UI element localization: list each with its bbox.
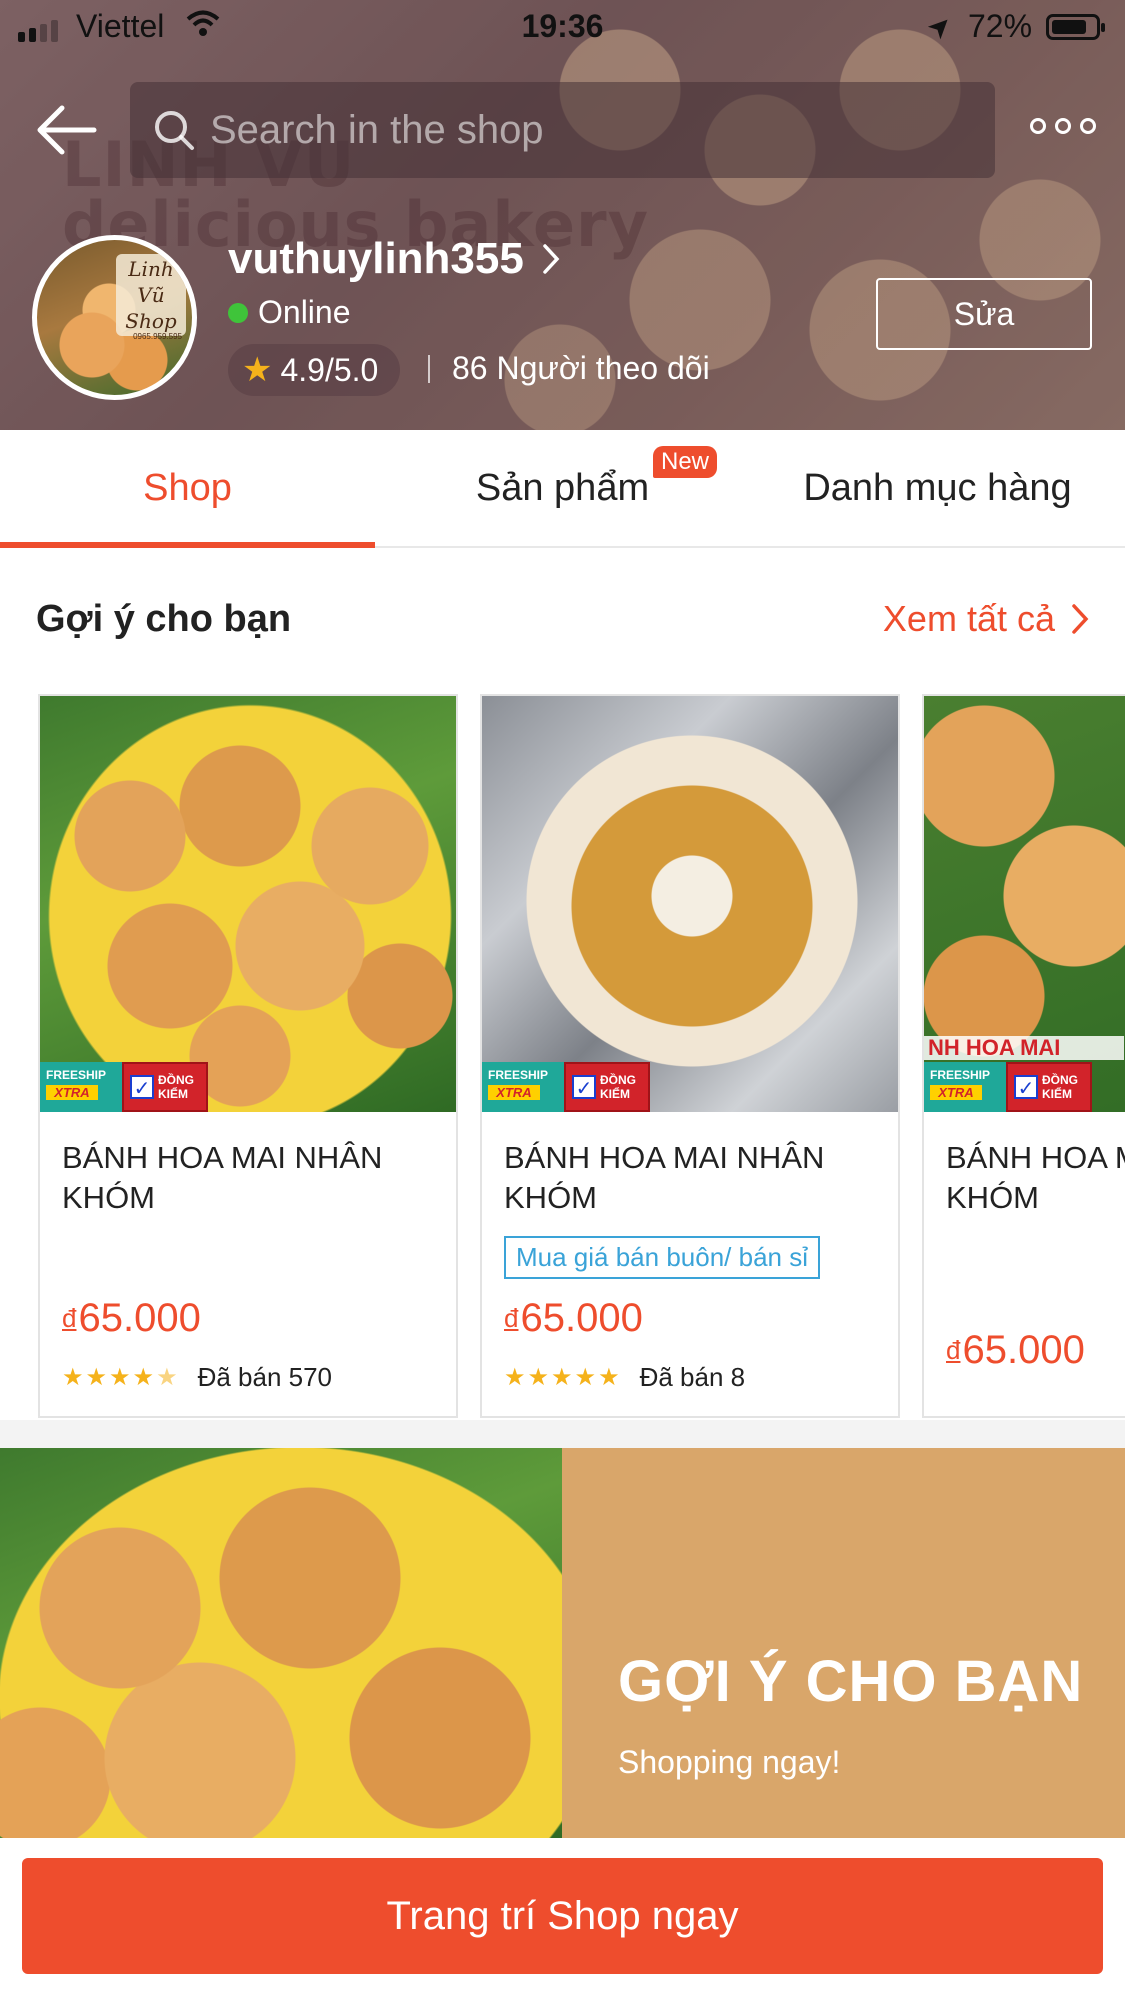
product-tags: FREESHIP XTRA ✓ ĐỒNG KIỂM — [924, 1062, 1092, 1112]
status-bar: Viettel 19:36 ➤ 72% — [0, 0, 1125, 56]
freeship-xtra-badge: FREESHIP XTRA — [40, 1062, 122, 1112]
product-image: FREESHIP XTRA ✓ ĐỒNG KIỂM — [482, 696, 898, 1112]
decorate-shop-button[interactable]: Trang trí Shop ngay — [22, 1858, 1103, 1974]
search-icon — [155, 111, 194, 150]
product-card[interactable]: FREESHIP XTRA ✓ ĐỒNG KIỂM BÁNH HOA MAI NHÂN… — [480, 694, 900, 1418]
product-card[interactable]: FREESHIP XTRA ✓ ĐỒNG KIỂM BÁNH HOA MAI NHÂN… — [38, 694, 458, 1418]
shop-rating: ★ 4.9/5.0 — [228, 344, 401, 396]
banner-panel: GỢI Ý CHO BẠN Shopping ngay! — [562, 1448, 1125, 1838]
avatar-phone: 0965.959.595 — [133, 332, 182, 341]
tab-shop[interactable]: Shop — [0, 430, 375, 548]
product-price: đ65.000 — [946, 1328, 1085, 1372]
dong-kiem-badge: ✓ ĐỒNG KIỂM — [122, 1062, 208, 1112]
checkbox-icon: ✓ — [1014, 1075, 1038, 1100]
online-dot-icon — [228, 302, 248, 323]
product-image: FREESHIP XTRA ✓ ĐỒNG KIỂM — [40, 696, 456, 1112]
rating-value: 4.9/5.0 — [280, 351, 379, 388]
star-icon: ★ — [242, 351, 273, 389]
product-price: đ65.000 — [504, 1296, 643, 1340]
promo-banner[interactable]: GỢI Ý CHO BẠN Shopping ngay! — [0, 1448, 1125, 1838]
search-input[interactable] — [210, 107, 995, 153]
followers-count: 86 Người theo dõi — [452, 350, 710, 386]
back-button[interactable] — [34, 98, 98, 162]
banner-title: GỢI Ý CHO BẠN — [618, 1649, 1084, 1714]
banner-image — [0, 1448, 562, 1838]
product-name: BÁNH HOA MAI NHÂN KHÓM — [946, 1140, 1125, 1215]
shop-name-link[interactable]: vuthuylinh355 — [228, 234, 560, 284]
shop-avatar[interactable]: Linh Vũ Shop 0965.959.595 — [32, 235, 197, 400]
rating-stars-icon: ★★★★★ — [504, 1364, 622, 1391]
see-all-link[interactable]: Xem tất cả — [883, 598, 1089, 640]
followers-info: 86 Người theo dõi — [428, 350, 710, 387]
checkbox-icon: ✓ — [572, 1075, 596, 1100]
chevron-right-icon — [1072, 604, 1089, 634]
tab-categories[interactable]: Danh mục hàng — [750, 430, 1125, 546]
wholesale-badge: Mua giá bán buôn/ bán sỉ — [504, 1236, 820, 1279]
back-arrow-icon — [37, 105, 97, 155]
shop-name: vuthuylinh355 — [228, 234, 524, 283]
rating-stars-icon: ★★★★★ — [62, 1364, 180, 1391]
online-label: Online — [258, 294, 351, 330]
section-divider — [0, 1420, 1125, 1448]
product-image-label: NH HOA MAI — [924, 1036, 1124, 1060]
product-carousel: FREESHIP XTRA ✓ ĐỒNG KIỂM BÁNH HOA MAI NHÂN… — [0, 694, 1125, 1420]
edit-shop-button[interactable]: Sửa — [876, 278, 1092, 350]
tab-label: Danh mục hàng — [803, 466, 1072, 509]
banner-subtitle: Shopping ngay! — [618, 1744, 841, 1780]
shop-search-box[interactable] — [130, 82, 995, 178]
battery-icon — [1046, 14, 1105, 40]
avatar-logo-text: Linh Vũ Shop — [116, 254, 186, 336]
checkbox-icon: ✓ — [130, 1075, 154, 1100]
sold-count: Đã bán 8 — [639, 1362, 746, 1392]
product-name: BÁNH HOA MAI NHÂN KHÓM — [62, 1140, 383, 1215]
new-badge: New — [653, 446, 718, 478]
bottom-bar: Trang trí Shop ngay — [0, 1838, 1125, 2000]
freeship-xtra-badge: FREESHIP XTRA — [924, 1062, 1006, 1112]
product-meta: ★★★★★ Đã bán 8 — [504, 1362, 745, 1393]
freeship-xtra-badge: FREESHIP XTRA — [482, 1062, 564, 1112]
product-image: NH HOA MAI FREESHIP XTRA ✓ ĐỒNG KIỂM — [924, 696, 1125, 1112]
section-title: Gợi ý cho bạn — [36, 598, 292, 640]
dong-kiem-badge: ✓ ĐỒNG KIỂM — [564, 1062, 650, 1112]
sold-count: Đã bán 570 — [197, 1362, 333, 1392]
product-tags: FREESHIP XTRA ✓ ĐỒNG KIỂM — [40, 1062, 208, 1112]
product-tags: FREESHIP XTRA ✓ ĐỒNG KIỂM — [482, 1062, 650, 1112]
tab-label: Sản phẩm — [475, 466, 650, 509]
tab-products[interactable]: Sản phẩm New — [375, 430, 750, 546]
shop-tabs: Shop Sản phẩm New Danh mục hàng — [0, 430, 1125, 548]
see-all-label: Xem tất cả — [882, 598, 1055, 639]
divider — [428, 354, 430, 383]
more-options-icon[interactable] — [1030, 118, 1096, 134]
dong-kiem-badge: ✓ ĐỒNG KIỂM — [1006, 1062, 1092, 1112]
suggestions-header: Gợi ý cho bạn Xem tất cả — [0, 548, 1125, 694]
chevron-right-icon — [543, 244, 560, 274]
online-status: Online — [228, 294, 351, 331]
tab-label: Shop — [143, 466, 232, 509]
battery-percentage: 72% — [968, 8, 1033, 44]
product-card[interactable]: NH HOA MAI FREESHIP XTRA ✓ ĐỒNG KIỂM BÁNH H… — [922, 694, 1125, 1418]
product-price: đ65.000 — [62, 1296, 201, 1340]
shop-header: LINH VU delicious bakery Viettel 19:36 ➤… — [0, 0, 1125, 430]
product-meta: ★★★★★ Đã bán 570 — [62, 1362, 332, 1393]
product-name: BÁNH HOA MAI NHÂN KHÓM — [504, 1140, 825, 1215]
